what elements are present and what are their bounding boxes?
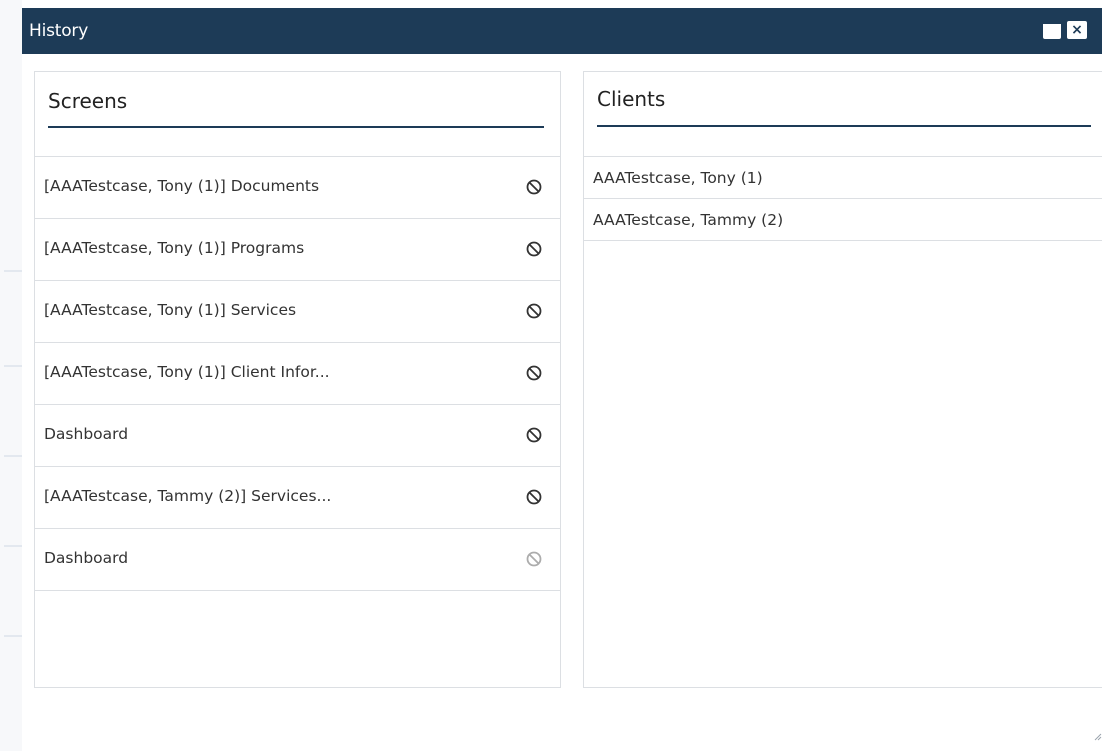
- block-icon[interactable]: [525, 178, 543, 196]
- screen-item-label: [AAATestcase, Tony (1)] Programs: [44, 239, 305, 257]
- block-icon[interactable]: [525, 302, 543, 320]
- screens-title: Screens: [48, 89, 128, 113]
- screen-item-label: [AAATestcase, Tony (1)] Services: [44, 301, 297, 319]
- dialog-titlebar[interactable]: History ×: [22, 8, 1102, 54]
- screen-history-item[interactable]: [AAATestcase, Tony (1)] Programs: [35, 219, 560, 281]
- screen-history-item[interactable]: Dashboard: [35, 405, 560, 467]
- dialog-title: History: [29, 21, 89, 41]
- block-icon[interactable]: [525, 240, 543, 258]
- clients-title-rule: [597, 125, 1091, 127]
- block-icon[interactable]: [525, 426, 543, 444]
- resize-grip-icon[interactable]: [1092, 731, 1102, 741]
- client-history-item[interactable]: AAATestcase, Tony (1): [584, 157, 1102, 199]
- screens-list: [AAATestcase, Tony (1)] Documents [AAATe…: [35, 156, 560, 591]
- screen-item-label: [AAATestcase, Tammy (2)] Services...: [44, 487, 332, 505]
- block-icon: [526, 551, 542, 567]
- clients-header: Clients: [584, 72, 1102, 156]
- clients-list: AAATestcase, Tony (1) AAATestcase, Tammy…: [584, 156, 1102, 241]
- screens-panel: Screens [AAATestcase, Tony (1)] Document…: [34, 71, 561, 688]
- background-window-edge: [0, 0, 22, 751]
- block-icon[interactable]: [525, 364, 543, 382]
- screen-item-label: [AAATestcase, Tony (1)] Documents: [44, 177, 320, 195]
- screen-item-label: Dashboard: [44, 549, 129, 567]
- client-history-item[interactable]: AAATestcase, Tammy (2): [584, 199, 1102, 241]
- clients-panel: Clients AAATestcase, Tony (1) AAATestcas…: [583, 71, 1102, 688]
- screen-item-label: Dashboard: [44, 425, 129, 443]
- block-icon[interactable]: [525, 488, 543, 506]
- screen-history-item[interactable]: [AAATestcase, Tammy (2)] Services...: [35, 467, 560, 529]
- screen-item-label: [AAATestcase, Tony (1)] Client Infor...: [44, 363, 330, 381]
- minimize-icon[interactable]: [1043, 21, 1061, 39]
- clients-title: Clients: [597, 87, 666, 111]
- close-icon[interactable]: ×: [1067, 21, 1087, 39]
- history-dialog: History × Screens [AAATestcase, Tony (1)…: [22, 8, 1102, 751]
- screen-history-item[interactable]: [AAATestcase, Tony (1)] Documents: [35, 157, 560, 219]
- close-glyph: ×: [1071, 22, 1083, 38]
- screen-history-item[interactable]: Dashboard: [35, 529, 560, 591]
- screens-title-rule: [48, 126, 544, 128]
- screen-history-item[interactable]: [AAATestcase, Tony (1)] Services: [35, 281, 560, 343]
- client-item-label: AAATestcase, Tammy (2): [593, 211, 784, 229]
- screen-history-item[interactable]: [AAATestcase, Tony (1)] Client Infor...: [35, 343, 560, 405]
- screens-header: Screens: [35, 72, 560, 156]
- client-item-label: AAATestcase, Tony (1): [593, 169, 763, 187]
